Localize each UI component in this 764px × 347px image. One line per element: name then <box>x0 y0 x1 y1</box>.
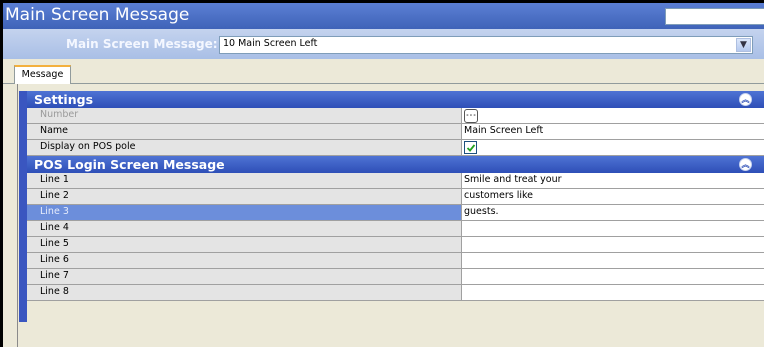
display-on-pos-pole-cell <box>462 140 764 155</box>
line-5-field[interactable] <box>462 237 764 252</box>
record-dropdown[interactable]: 10 Main Screen Left ▼ <box>219 36 753 54</box>
property-value: customers like <box>464 190 533 201</box>
record-selector-label: Main Screen Message: <box>66 37 218 51</box>
property-row-line-8: Line 8 <box>27 285 764 301</box>
line-8-field[interactable] <box>462 285 764 300</box>
section-header-settings[interactable]: Settings ︽ <box>27 91 764 108</box>
line-4-field[interactable] <box>462 221 764 236</box>
section-title: POS Login Screen Message <box>34 157 225 172</box>
property-row-line-5: Line 5 <box>27 237 764 253</box>
property-label: Line 1 <box>40 174 69 185</box>
line-6-field[interactable] <box>462 253 764 268</box>
chevron-up-double-icon[interactable]: ︽ <box>739 93 752 106</box>
property-label: Line 8 <box>40 286 69 297</box>
property-label: Line 3 <box>40 206 69 217</box>
tab-strip: Message <box>3 59 764 84</box>
number-field[interactable]: 10 ... <box>462 108 764 123</box>
property-row-display-on-pos-pole: Display on POS pole <box>27 140 764 156</box>
grid-margin-strip <box>19 91 27 322</box>
line-3-field[interactable]: guests. <box>462 205 764 220</box>
property-label: Display on POS pole <box>40 141 136 152</box>
property-row-name: Name Main Screen Left <box>27 124 764 140</box>
title-search-field[interactable] <box>665 8 764 25</box>
ellipsis-icon[interactable]: ... <box>464 109 478 123</box>
property-row-line-4: Line 4 <box>27 221 764 237</box>
display-on-pos-pole-checkbox[interactable] <box>464 141 477 154</box>
line-1-field[interactable]: Smile and treat your <box>462 173 764 188</box>
property-label: Number <box>40 109 79 120</box>
record-selector-bar: Main Screen Message: 10 Main Screen Left… <box>3 29 764 59</box>
window-title: Main Screen Message <box>5 5 190 25</box>
line-7-field[interactable] <box>462 269 764 284</box>
record-dropdown-value: 10 Main Screen Left <box>223 38 318 49</box>
title-bar: Main Screen Message <box>3 3 764 29</box>
property-label: Name <box>40 125 69 136</box>
property-row-number: Number 10 ... <box>27 108 764 124</box>
tab-message[interactable]: Message <box>14 65 71 84</box>
property-row-line-1: Line 1 Smile and treat your <box>27 173 764 189</box>
property-label: Line 2 <box>40 190 69 201</box>
section-title: Settings <box>34 92 94 107</box>
property-value: Smile and treat your <box>464 174 562 185</box>
property-row-line-3: Line 3 guests. <box>27 205 764 221</box>
property-row-line-6: Line 6 <box>27 253 764 269</box>
line-2-field[interactable]: customers like <box>462 189 764 204</box>
chevron-down-icon[interactable]: ▼ <box>736 38 751 52</box>
property-panel: Settings ︽ Number 10 ... Name Main Scree… <box>3 84 764 347</box>
name-field[interactable]: Main Screen Left <box>462 124 764 139</box>
property-label: Line 6 <box>40 254 69 265</box>
section-header-pos-login-screen-message[interactable]: POS Login Screen Message ︽ <box>27 156 764 173</box>
property-row-line-2: Line 2 customers like <box>27 189 764 205</box>
property-value: guests. <box>464 206 499 217</box>
property-row-line-7: Line 7 <box>27 269 764 285</box>
property-label: Line 5 <box>40 238 69 249</box>
panel-divider <box>17 84 18 347</box>
property-label: Line 7 <box>40 270 69 281</box>
property-label: Line 4 <box>40 222 69 233</box>
chevron-up-double-icon[interactable]: ︽ <box>739 158 752 171</box>
check-icon <box>466 144 476 152</box>
property-value: Main Screen Left <box>464 125 544 136</box>
